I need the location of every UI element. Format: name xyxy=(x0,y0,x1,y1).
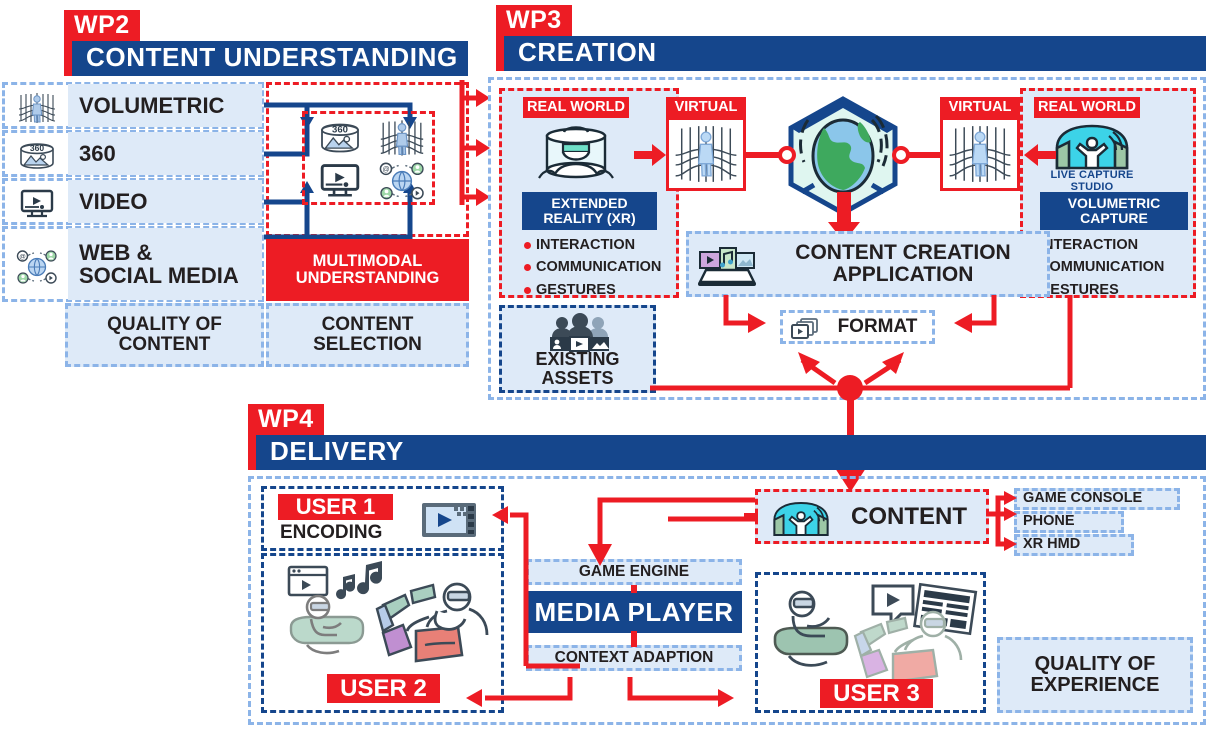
wp3-format-connectors xyxy=(650,295,1073,401)
wp4-quality-of-experience[interactable]: QUALITY OF EXPERIENCE xyxy=(997,637,1193,713)
xr-title-line2: REALITY (XR) xyxy=(543,210,636,226)
wp3-tag: WP3 xyxy=(496,5,572,37)
wp3-arrow-real-to-virtual-right xyxy=(1024,144,1056,166)
video-player-icon xyxy=(311,160,369,202)
app-line2: APPLICATION xyxy=(832,263,974,286)
bullet-item: INTERACTION xyxy=(1027,234,1187,256)
web-social-icon: @ xyxy=(9,247,65,287)
wp3-real-world-left-chip: REAL WORLD xyxy=(523,97,629,118)
virtual-avatar-grid-icon xyxy=(666,117,746,191)
bullet-label: INTERACTION xyxy=(1039,237,1139,253)
vr-headset-user-icon xyxy=(521,120,631,190)
wp2-title-bar: CONTENT UNDERSTANDING xyxy=(72,41,468,76)
wp3-title-bar: CREATION xyxy=(504,36,1206,71)
360-video-icon: 360 xyxy=(309,117,371,159)
wp4-qoe-line2: EXPERIENCE xyxy=(1030,674,1160,696)
bullet-label: COMMUNICATION xyxy=(536,259,662,276)
wp2-web-line2: SOCIAL MEDIA xyxy=(79,263,239,288)
bullet-label: INTERACTION xyxy=(536,237,636,253)
wp4-tag: WP4 xyxy=(248,404,324,436)
bullet-item: INTERACTION xyxy=(524,234,674,256)
video-player-icon xyxy=(9,185,65,222)
wp4-media-player-stem-bottom xyxy=(631,631,637,647)
wp2-selection-line1: CONTENT xyxy=(321,314,414,336)
wp3-virtual-left-chip: VIRTUAL xyxy=(666,97,746,118)
bullet-label: COMMUNICATION xyxy=(1039,259,1165,276)
volumetric-capture-icon xyxy=(9,89,65,126)
wp3-existing-assets[interactable]: EXISTING ASSETS xyxy=(499,305,656,393)
wp4-device-phone[interactable]: PHONE xyxy=(1014,511,1124,533)
wp2-quality-line2: CONTENT xyxy=(118,334,211,355)
wp3-real-world-right-chip: REAL WORLD xyxy=(1034,97,1140,118)
svg-text:360: 360 xyxy=(332,124,348,135)
bullet-dot xyxy=(524,241,531,249)
360-video-icon: 360 xyxy=(9,137,65,174)
volumetric-title-line2: CAPTURE xyxy=(1080,210,1148,226)
svg-text:@: @ xyxy=(19,254,26,261)
wp3-live-capture-caption: LIVE CAPTURE STUDIO xyxy=(1050,169,1134,193)
wp3-content-creation-application[interactable]: CONTENT CREATION APPLICATION xyxy=(686,231,1050,297)
bullet-dot xyxy=(524,264,531,272)
live-capture-studio-icon xyxy=(1046,120,1138,174)
wp2-input-label-360: 360 xyxy=(79,140,116,166)
volumetric-title-line1: VOLUMETRIC xyxy=(1067,194,1161,211)
wp2-web-line1: WEB & xyxy=(79,239,153,265)
wp4-content-to-devices-arrows xyxy=(986,491,1017,551)
wp4-device-xr-hmd[interactable]: XR HMD xyxy=(1014,534,1134,556)
hub-node-right xyxy=(892,146,910,164)
wp2-selection-line2: SELECTION xyxy=(313,334,422,355)
multimodal-line1: MULTIMODAL xyxy=(312,251,423,270)
wp2-multimodal-understanding[interactable]: MULTIMODAL UNDERSTANDING xyxy=(266,239,469,301)
wp2-tag: WP2 xyxy=(64,10,140,42)
wp2-quality-of-content[interactable]: QUALITY OF CONTENT xyxy=(65,303,264,367)
wp2-input-label-web-social: WEB & SOCIAL MEDIA xyxy=(79,229,257,299)
multimodal-line2: UNDERSTANDING xyxy=(295,269,440,287)
wp3-existing-labels: EXISTING ASSETS xyxy=(502,350,653,388)
wp2-input-label-volumetric: VOLUMETRIC xyxy=(79,92,225,118)
virtual-avatar-grid-icon xyxy=(940,117,1020,191)
web-social-icon: @ xyxy=(371,159,433,203)
wp2-quality-line1: QUALITY OF xyxy=(107,314,222,336)
wp4-device-game-console[interactable]: GAME CONSOLE xyxy=(1014,488,1180,510)
bullet-item: COMMUNICATION xyxy=(1027,256,1187,278)
existing-line1: EXISTING xyxy=(535,349,620,369)
wp2-input-row-web-social[interactable]: @ WEB & SOCIAL MEDIA xyxy=(2,226,264,302)
wp2-input-label-video: VIDEO xyxy=(79,188,148,214)
wp4-media-player-stem-top xyxy=(631,585,637,593)
app-line1: CONTENT CREATION xyxy=(795,240,1011,264)
bullet-dot xyxy=(524,286,531,294)
hub-node-left xyxy=(778,146,796,164)
bullet-label: GESTURES xyxy=(536,281,616,298)
wp4-qoe-line1: QUALITY OF xyxy=(1034,653,1156,675)
wp4-user1-sub: ENCODING xyxy=(280,522,383,544)
xr-title-line1: EXTENDED xyxy=(551,194,628,211)
wp2-multimodal-icon-cluster: 360 @ xyxy=(302,111,435,205)
svg-text:@: @ xyxy=(382,166,389,174)
wp2-input-row-volumetric[interactable]: VOLUMETRIC xyxy=(2,82,264,129)
wp3-xr-title: EXTENDED REALITY (XR) xyxy=(522,192,657,230)
wp3-virtual-right-chip: VIRTUAL xyxy=(940,97,1020,118)
wp4-content-left-stub xyxy=(744,513,758,519)
existing-assets-icon xyxy=(538,312,622,352)
volumetric-capture-icon xyxy=(371,116,433,160)
svg-text:360: 360 xyxy=(30,143,44,153)
wp2-input-row-video[interactable]: VIDEO xyxy=(2,178,264,225)
wp4-user1-chip: USER 1 xyxy=(278,494,393,520)
wp3-app-labels: CONTENT CREATION APPLICATION xyxy=(761,234,1045,294)
wp3-volumetric-title: VOLUMETRIC CAPTURE xyxy=(1040,192,1188,230)
wp4-title-bar: DELIVERY xyxy=(256,435,1206,470)
wp3-arrow-real-to-virtual-left xyxy=(634,144,666,166)
bullet-item: COMMUNICATION xyxy=(524,256,674,278)
wp4-connectors xyxy=(466,497,755,707)
multimedia-devices-icon xyxy=(695,244,759,290)
workflow-diagram: WP2 CONTENT UNDERSTANDING VOLUMETRIC 360… xyxy=(0,0,1210,735)
existing-line2: ASSETS xyxy=(541,367,614,388)
wp2-content-selection[interactable]: CONTENT SELECTION xyxy=(266,303,469,367)
wp2-input-row-360[interactable]: 360 360 xyxy=(2,130,264,177)
